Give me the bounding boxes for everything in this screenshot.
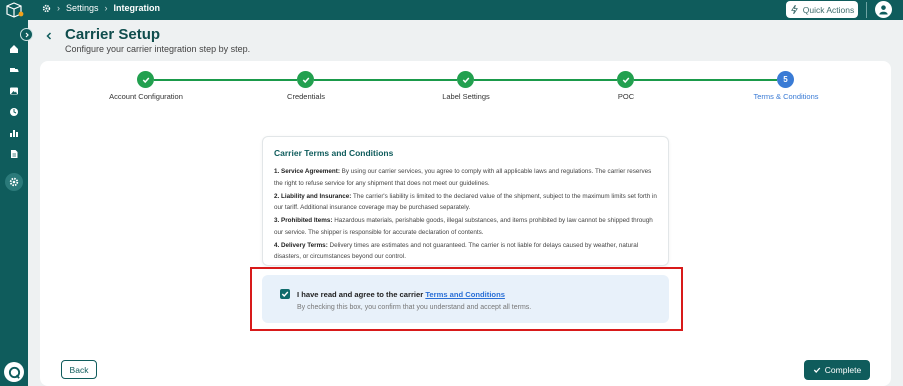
step-4-label: POC	[617, 92, 635, 101]
quick-actions-button[interactable]: Quick Actions	[786, 1, 858, 18]
check-icon	[813, 367, 821, 373]
sidebar-item-reports[interactable]	[5, 82, 23, 100]
complete-label: Complete	[824, 365, 862, 375]
logo-icon[interactable]	[3, 1, 25, 19]
check-icon	[302, 76, 309, 83]
terms-heading: Carrier Terms and Conditions	[274, 148, 394, 158]
support-chat-button[interactable]	[4, 362, 24, 382]
step-3-label: Label Settings	[442, 92, 490, 101]
back-button[interactable]: Back	[61, 360, 97, 379]
sidebar	[0, 20, 28, 386]
terms-clause: 1. Service Agreement: By using our carri…	[274, 166, 661, 189]
step-connector	[314, 79, 457, 81]
clause-title: 4. Delivery Terms:	[274, 241, 328, 249]
step-5-indicator: 5	[777, 71, 794, 88]
step-1-label: Account Configuration	[109, 92, 183, 101]
document-icon	[11, 150, 18, 158]
step-2-label: Credentials	[287, 92, 325, 101]
clause-title: 1. Service Agreement:	[274, 168, 340, 175]
clause-title: 3. Prohibited Items:	[274, 217, 333, 224]
sidebar-item-analytics[interactable]	[5, 124, 23, 142]
terms-clauses: 1. Service Agreement: By using our carri…	[274, 166, 661, 264]
breadcrumb-settings[interactable]: Settings	[66, 3, 99, 13]
terms-clause: 3. Prohibited Items: Hazardous materials…	[274, 215, 661, 238]
chat-icon	[8, 366, 20, 379]
step-connector	[154, 79, 297, 81]
sidebar-item-shipping[interactable]	[5, 61, 23, 79]
complete-button[interactable]: Complete	[804, 360, 870, 380]
sidebar-item-home[interactable]	[5, 40, 23, 58]
sidebar-item-settings[interactable]	[5, 173, 23, 191]
page-subtitle: Configure your carrier integration step …	[65, 44, 251, 54]
user-icon	[879, 5, 888, 15]
breadcrumb-current: Integration	[113, 3, 161, 13]
chevron-right-icon	[25, 32, 29, 37]
step-2-indicator	[297, 71, 314, 88]
divider	[866, 2, 867, 18]
step-connector	[634, 79, 777, 81]
terms-panel: Carrier Terms and Conditions 1. Service …	[262, 136, 669, 266]
gear-icon	[9, 177, 19, 187]
image-icon	[10, 87, 18, 95]
step-4-indicator	[617, 71, 634, 88]
sidebar-collapse-toggle[interactable]	[20, 28, 33, 41]
chevron-left-icon	[46, 32, 52, 40]
quick-actions-label: Quick Actions	[802, 4, 855, 15]
home-icon	[10, 45, 18, 53]
clause-text: Delivery times are estimates and not gua…	[274, 241, 639, 261]
step-1-indicator	[137, 71, 154, 88]
terms-clause: 4. Delivery Terms: Delivery times are es…	[274, 240, 661, 263]
step-5-label: Terms & Conditions	[753, 92, 819, 101]
box-icon	[10, 108, 18, 116]
chart-icon	[10, 130, 18, 137]
check-icon	[142, 76, 149, 83]
step-3-indicator	[457, 71, 474, 88]
check-icon	[622, 76, 629, 83]
back-arrow-button[interactable]	[41, 28, 57, 44]
sidebar-item-packages[interactable]	[5, 103, 23, 121]
highlight-annotation	[250, 267, 683, 331]
sidebar-item-documents[interactable]	[5, 145, 23, 163]
page-title: Carrier Setup	[65, 26, 161, 43]
check-icon	[462, 76, 469, 83]
terms-clause: 2. Liability and Insurance: The carrier'…	[274, 191, 661, 214]
clause-title: 2. Liability and Insurance:	[274, 192, 352, 200]
chevron-right-icon: ›	[104, 3, 108, 13]
top-bar: › Settings › Integration Quick Actions	[0, 0, 903, 20]
lightning-icon	[790, 5, 798, 14]
step-connector	[474, 79, 617, 81]
gear-icon[interactable]	[42, 4, 51, 13]
breadcrumb: › Settings › Integration	[42, 3, 160, 13]
user-avatar[interactable]	[875, 1, 892, 18]
truck-icon	[10, 68, 19, 72]
chevron-right-icon: ›	[57, 3, 60, 13]
